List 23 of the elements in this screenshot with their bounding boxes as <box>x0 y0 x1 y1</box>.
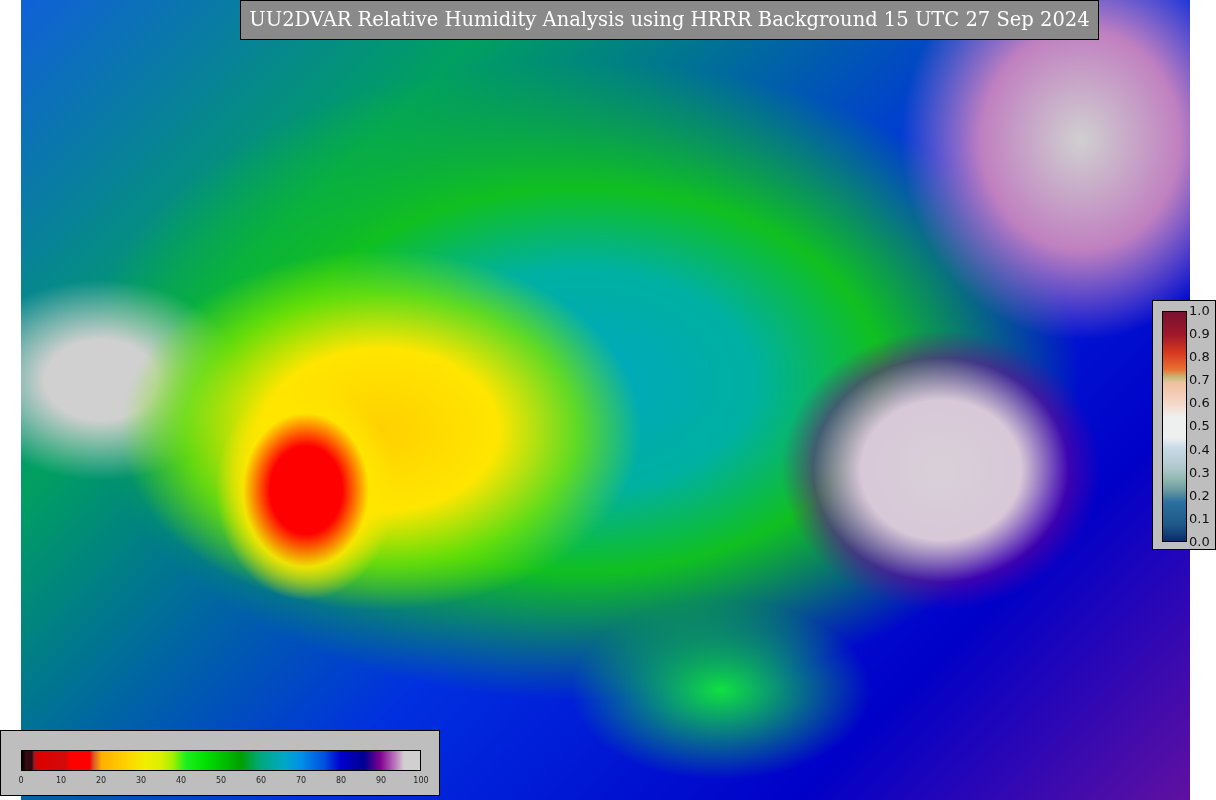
tick-label: 0.7 <box>1189 372 1210 389</box>
tick-label: 0.8 <box>1189 349 1210 366</box>
map-title: UU2DVAR Relative Humidity Analysis using HRRR Background 15 UTC 27 Sep 2024 <box>240 0 1099 40</box>
tick-label: 0.1 <box>1189 510 1210 527</box>
tick-label: 0.6 <box>1189 395 1210 412</box>
tick-label: 20 <box>94 776 108 785</box>
tick-label: 0.2 <box>1189 487 1210 504</box>
tick-label: 0.9 <box>1189 326 1210 343</box>
tick-label: 0 <box>17 776 25 785</box>
tick-label: 0.5 <box>1189 418 1210 435</box>
tick-label: 30 <box>134 776 148 785</box>
tick-label: 90 <box>374 776 388 785</box>
tick-label: 0.0 <box>1189 533 1210 550</box>
tick-label: 10 <box>54 776 68 785</box>
tick-label: 40 <box>174 776 188 785</box>
tick-label: 1.0 <box>1189 303 1210 319</box>
tick-label: 70 <box>294 776 308 785</box>
tick-label: 50 <box>214 776 228 785</box>
tick-label: 0.4 <box>1189 441 1210 458</box>
tick-label: 80 <box>334 776 348 785</box>
tick-label: 100 <box>412 776 430 785</box>
tick-label: 0.3 <box>1189 464 1210 481</box>
tick-label: 60 <box>254 776 268 785</box>
